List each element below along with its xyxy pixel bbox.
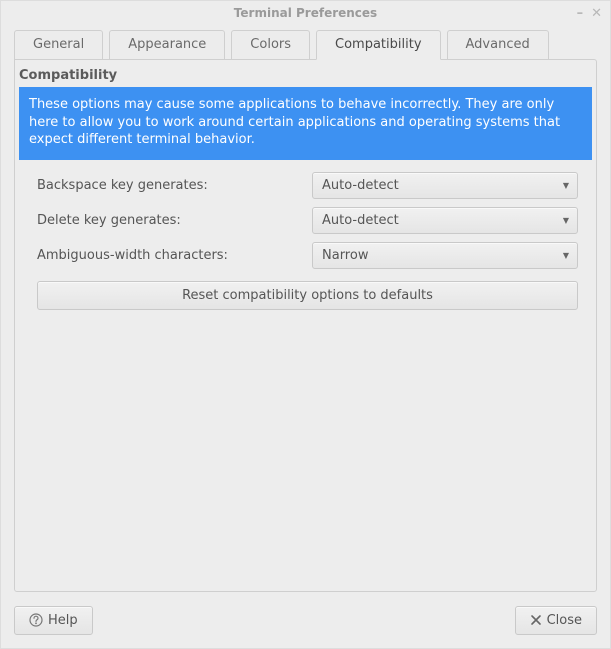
close-button-label: Close — [547, 613, 582, 628]
label-ambiguous: Ambiguous-width characters: — [37, 248, 312, 263]
chevron-down-icon: ▼ — [563, 216, 569, 225]
help-icon — [29, 613, 43, 627]
reset-button-label: Reset compatibility options to defaults — [182, 288, 433, 303]
combo-delete[interactable]: Auto-detect ▼ — [312, 207, 578, 234]
close-window-icon[interactable]: ✕ — [591, 7, 602, 20]
help-button[interactable]: Help — [14, 606, 93, 635]
close-button[interactable]: Close — [515, 606, 597, 635]
tab-bar: General Appearance Colors Compatibility … — [14, 30, 597, 59]
close-icon — [530, 614, 542, 626]
combo-ambiguous-value: Narrow — [322, 248, 563, 263]
info-banner: These options may cause some application… — [19, 87, 592, 160]
row-delete: Delete key generates: Auto-detect ▼ — [37, 203, 578, 238]
tab-general[interactable]: General — [14, 30, 103, 60]
chevron-down-icon: ▼ — [563, 181, 569, 190]
tab-colors[interactable]: Colors — [231, 30, 310, 60]
row-backspace: Backspace key generates: Auto-detect ▼ — [37, 168, 578, 203]
reset-button[interactable]: Reset compatibility options to defaults — [37, 281, 578, 310]
titlebar: Terminal Preferences – ✕ — [1, 1, 610, 25]
preferences-window: Terminal Preferences – ✕ General Appeara… — [0, 0, 611, 649]
tab-panel-compatibility: Compatibility These options may cause so… — [14, 59, 597, 592]
combo-ambiguous[interactable]: Narrow ▼ — [312, 242, 578, 269]
minimize-icon[interactable]: – — [577, 7, 584, 20]
action-bar: Help Close — [1, 604, 610, 648]
row-ambiguous: Ambiguous-width characters: Narrow ▼ — [37, 238, 578, 273]
combo-backspace[interactable]: Auto-detect ▼ — [312, 172, 578, 199]
help-button-label: Help — [48, 613, 78, 628]
combo-delete-value: Auto-detect — [322, 213, 563, 228]
window-title: Terminal Preferences — [1, 6, 610, 20]
combo-backspace-value: Auto-detect — [322, 178, 563, 193]
form: Backspace key generates: Auto-detect ▼ D… — [15, 168, 596, 273]
tab-compatibility[interactable]: Compatibility — [316, 30, 441, 60]
tab-advanced[interactable]: Advanced — [447, 30, 549, 60]
window-body: General Appearance Colors Compatibility … — [1, 25, 610, 604]
tab-appearance[interactable]: Appearance — [109, 30, 225, 60]
section-heading: Compatibility — [15, 60, 596, 87]
label-backspace: Backspace key generates: — [37, 178, 312, 193]
chevron-down-icon: ▼ — [563, 251, 569, 260]
window-controls: – ✕ — [577, 7, 602, 20]
label-delete: Delete key generates: — [37, 213, 312, 228]
